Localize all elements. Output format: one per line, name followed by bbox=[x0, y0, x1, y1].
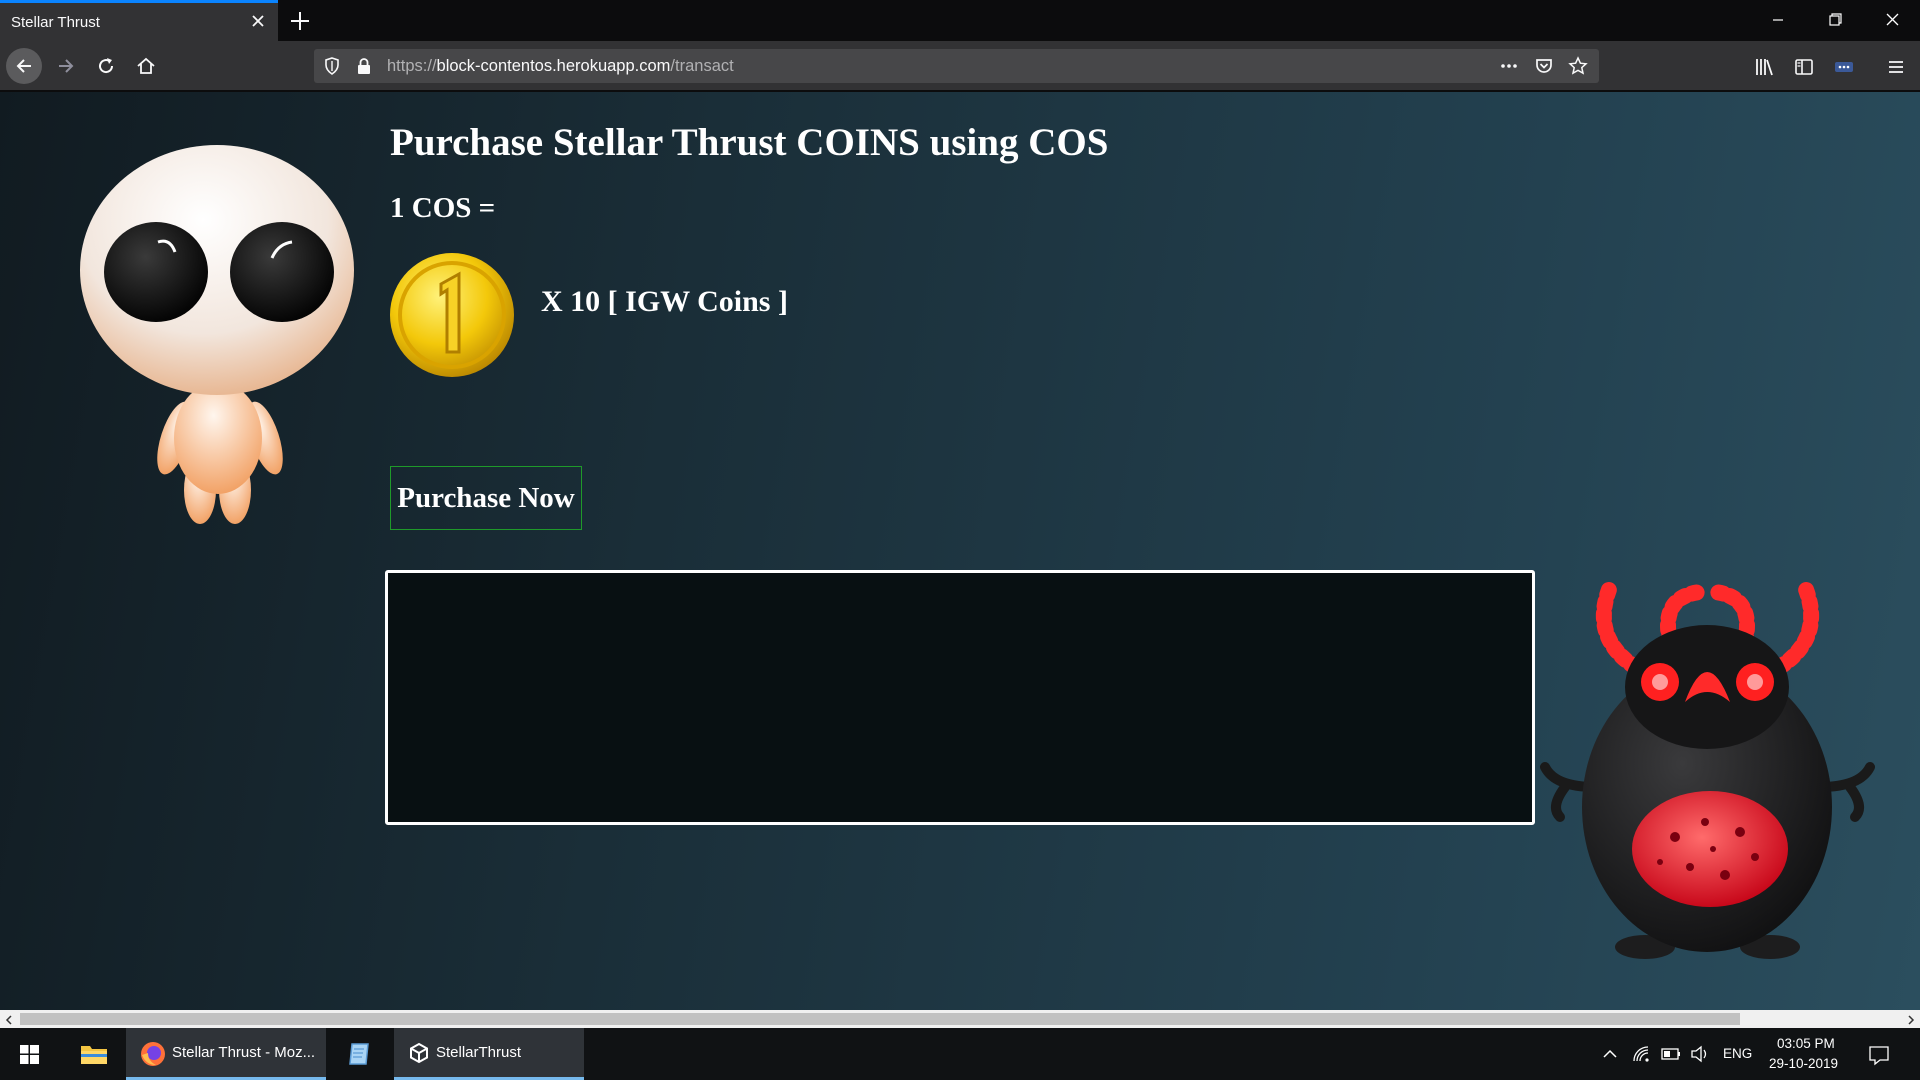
restore-icon[interactable] bbox=[1812, 6, 1858, 34]
black-red-monster-character bbox=[1540, 579, 1875, 959]
taskbar-unity-item[interactable]: StellarThrust bbox=[394, 1028, 584, 1080]
url-text[interactable]: https://block-contentos.herokuapp.com/tr… bbox=[387, 57, 734, 76]
lock-icon[interactable] bbox=[354, 56, 374, 76]
windows-start-icon[interactable] bbox=[0, 1028, 58, 1080]
tab-title: Stellar Thrust bbox=[11, 14, 100, 31]
gold-coin-icon bbox=[390, 253, 514, 377]
sidebar-icon[interactable] bbox=[1793, 56, 1815, 78]
language-indicator[interactable]: ENG bbox=[1723, 1046, 1752, 1061]
chevron-up-icon[interactable] bbox=[1602, 1046, 1618, 1067]
extension-icon[interactable] bbox=[1833, 56, 1855, 78]
exchange-rate: X 10 [ IGW Coins ] bbox=[541, 285, 788, 318]
reload-icon[interactable] bbox=[88, 48, 124, 84]
page-content: Purchase Stellar Thrust COINS using COS … bbox=[0, 92, 1920, 1010]
file-explorer-icon[interactable] bbox=[70, 1028, 118, 1080]
taskbar-item-label: Stellar Thrust - Moz... bbox=[172, 1044, 316, 1061]
url-scheme: https:// bbox=[387, 57, 437, 75]
close-window-icon[interactable] bbox=[1869, 6, 1915, 34]
page-title: Purchase Stellar Thrust COINS using COS bbox=[390, 121, 1109, 164]
pocket-icon[interactable] bbox=[1534, 56, 1554, 76]
battery-icon[interactable] bbox=[1660, 1046, 1682, 1067]
more-actions-icon[interactable] bbox=[1499, 56, 1519, 76]
transaction-output-box bbox=[385, 570, 1535, 825]
url-path: /transact bbox=[670, 57, 734, 75]
browser-tab[interactable]: Stellar Thrust bbox=[0, 0, 278, 41]
bookmark-star-icon[interactable] bbox=[1568, 56, 1588, 76]
address-bar[interactable]: https://block-contentos.herokuapp.com/tr… bbox=[314, 49, 1599, 83]
rate-prefix: 1 COS = bbox=[390, 192, 496, 224]
url-host: block-contentos.herokuapp.com bbox=[436, 57, 671, 75]
volume-icon[interactable] bbox=[1690, 1045, 1710, 1068]
menu-icon[interactable] bbox=[1885, 56, 1907, 78]
wifi-icon[interactable] bbox=[1632, 1045, 1650, 1068]
white-creature-character bbox=[80, 145, 354, 524]
library-icon[interactable] bbox=[1753, 56, 1775, 78]
purchase-now-button[interactable]: Purchase Now bbox=[390, 466, 582, 530]
taskbar-item-label: StellarThrust bbox=[436, 1044, 522, 1061]
notepad-icon[interactable] bbox=[336, 1028, 384, 1080]
tab-bar: Stellar Thrust bbox=[0, 0, 1920, 41]
new-tab-icon[interactable] bbox=[287, 8, 313, 34]
scroll-left-icon[interactable] bbox=[3, 1013, 15, 1025]
horizontal-scrollbar[interactable] bbox=[0, 1010, 1920, 1028]
scroll-right-icon[interactable] bbox=[1905, 1013, 1917, 1025]
home-icon[interactable] bbox=[128, 48, 164, 84]
minimize-icon[interactable] bbox=[1755, 6, 1801, 34]
unity-icon bbox=[410, 1042, 428, 1064]
taskbar: Stellar Thrust - Moz... StellarThrust EN… bbox=[0, 1028, 1920, 1080]
back-icon[interactable] bbox=[6, 48, 42, 84]
shield-icon[interactable] bbox=[322, 56, 342, 76]
navigation-bar: https://block-contentos.herokuapp.com/tr… bbox=[0, 41, 1920, 91]
firefox-icon bbox=[141, 1042, 165, 1066]
clock-time[interactable]: 03:05 PM bbox=[1777, 1036, 1835, 1051]
tab-close-icon[interactable] bbox=[248, 11, 268, 31]
forward-icon[interactable] bbox=[48, 48, 84, 84]
notification-icon[interactable] bbox=[1868, 1044, 1890, 1071]
taskbar-firefox-item[interactable]: Stellar Thrust - Moz... bbox=[126, 1028, 326, 1080]
scrollbar-thumb[interactable] bbox=[20, 1013, 1740, 1025]
clock-date[interactable]: 29-10-2019 bbox=[1769, 1056, 1838, 1071]
